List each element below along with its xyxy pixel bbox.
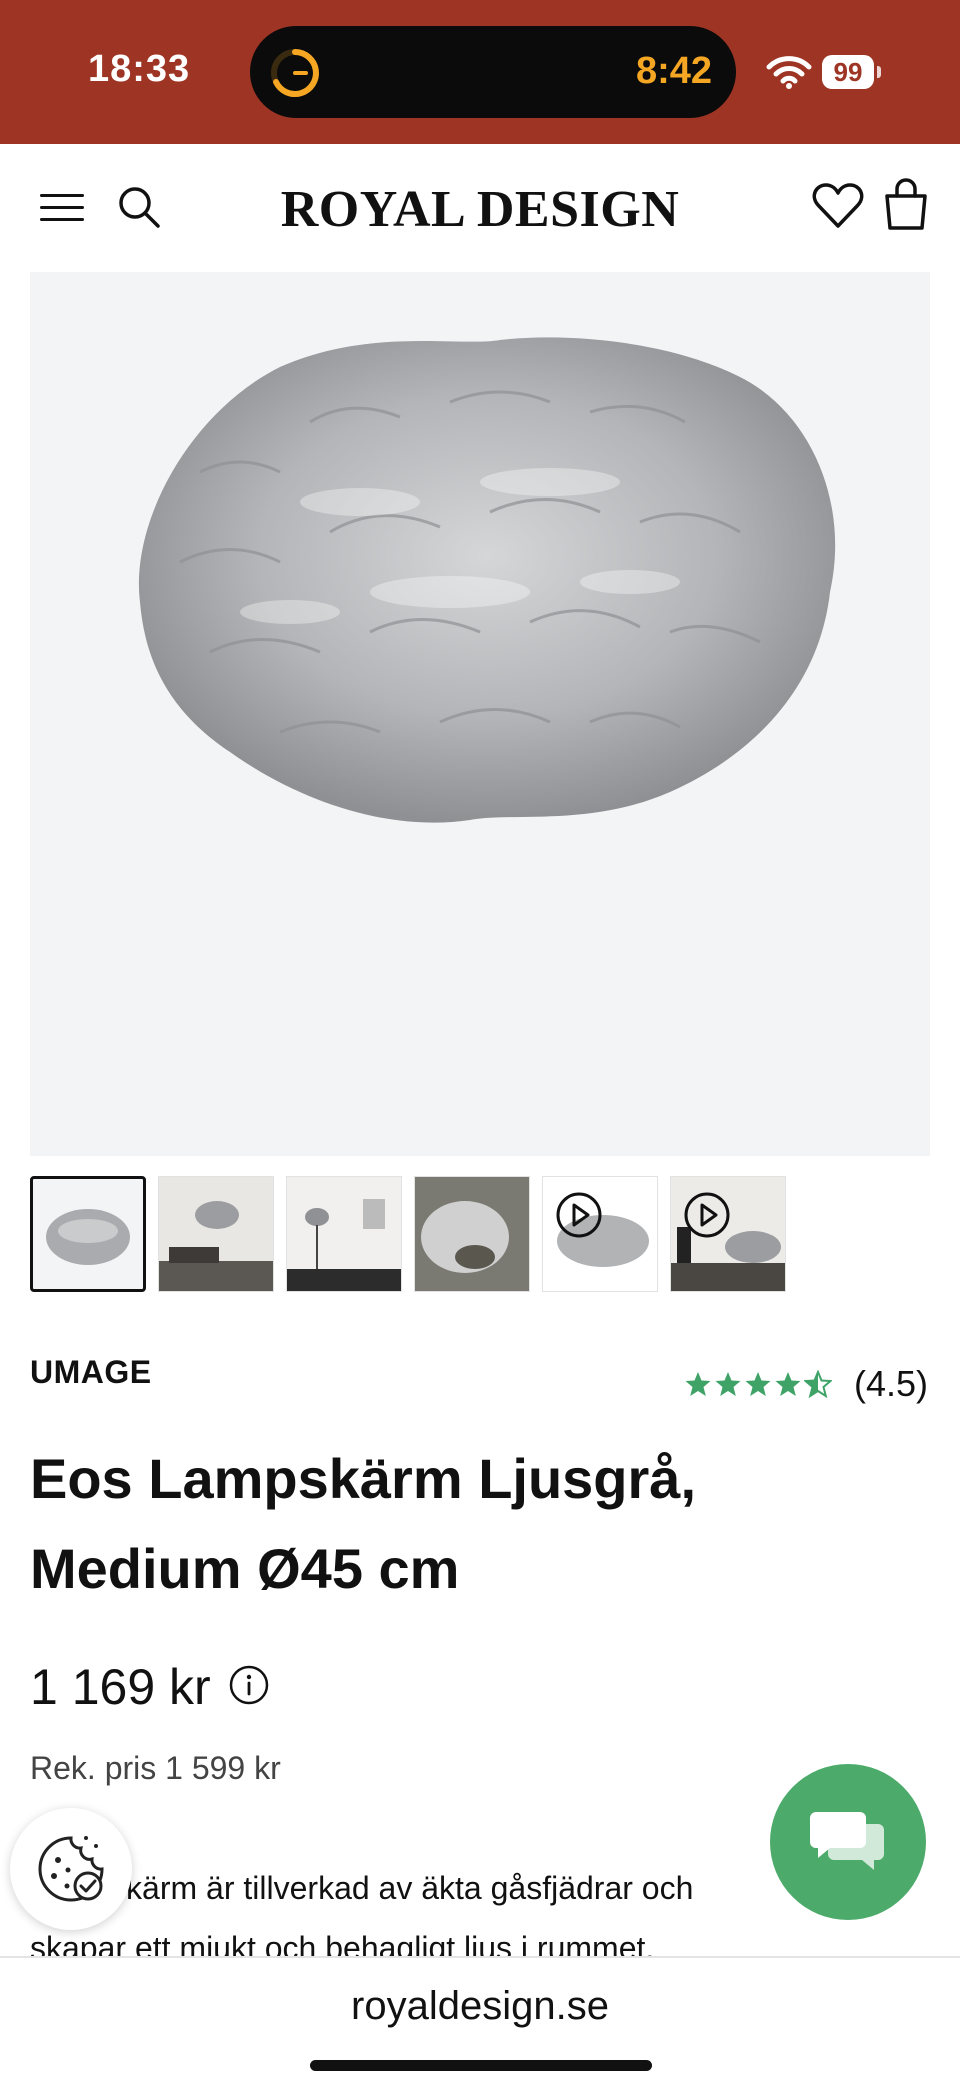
recommended-price: Rek. pris 1 599 kr bbox=[30, 1750, 281, 1786]
timer-ring-icon bbox=[271, 49, 319, 97]
star-icon bbox=[775, 1372, 801, 1396]
thumbnail-3[interactable] bbox=[286, 1176, 402, 1292]
dynamic-island[interactable]: 8:42 bbox=[250, 26, 736, 118]
feather-lampshade-image bbox=[138, 337, 836, 823]
site-header: ROYAL DESIGN bbox=[0, 144, 960, 270]
status-time: 18:33 bbox=[88, 48, 191, 90]
product-title: Eos Lampskärm Ljusgrå, Medium Ø45 cm bbox=[30, 1434, 890, 1614]
shopping-bag-icon[interactable] bbox=[882, 176, 930, 232]
product-title-line-1: Eos Lampskärm Ljusgrå, bbox=[30, 1447, 697, 1510]
thumbnail-strip bbox=[30, 1176, 930, 1292]
battery-level: 99 bbox=[822, 55, 874, 89]
home-indicator[interactable] bbox=[310, 2060, 652, 2071]
play-icon bbox=[556, 1192, 602, 1238]
status-bar: 18:33 8:42 99 bbox=[0, 0, 960, 144]
cookie-icon bbox=[38, 1836, 104, 1902]
chat-button[interactable] bbox=[770, 1764, 926, 1920]
url-text[interactable]: royaldesign.se bbox=[0, 1984, 960, 2029]
thumbnail-video-1[interactable] bbox=[542, 1176, 658, 1292]
rating-stars bbox=[684, 1370, 832, 1398]
description-line-2: skapar ett mjukt och behagligt ljus i ru… bbox=[30, 1930, 655, 1960]
island-timer: 8:42 bbox=[635, 50, 712, 92]
thumbnail-1[interactable] bbox=[30, 1176, 146, 1292]
chat-bubbles-icon bbox=[810, 1812, 884, 1870]
cookie-settings-button[interactable] bbox=[10, 1808, 132, 1930]
play-icon bbox=[684, 1192, 730, 1238]
thumbnail-2[interactable] bbox=[158, 1176, 274, 1292]
thumbnail-video-2[interactable] bbox=[670, 1176, 786, 1292]
star-icon bbox=[715, 1372, 741, 1396]
info-icon[interactable] bbox=[228, 1664, 270, 1706]
rating-value: (4.5) bbox=[854, 1363, 929, 1404]
product-image[interactable] bbox=[30, 272, 930, 1156]
battery-nub bbox=[877, 66, 881, 78]
product-rating[interactable]: (4.5) bbox=[684, 1362, 928, 1406]
product-brand[interactable]: UMAGE bbox=[30, 1354, 152, 1391]
product-title-line-2: Medium Ø45 cm bbox=[30, 1537, 460, 1600]
star-icon bbox=[745, 1372, 771, 1396]
wifi-icon bbox=[766, 56, 812, 89]
heart-icon[interactable] bbox=[812, 182, 864, 230]
half-star-icon bbox=[804, 1370, 832, 1398]
product-price: 1 169 kr bbox=[30, 1659, 211, 1715]
star-icon bbox=[685, 1372, 711, 1396]
thumbnail-4[interactable] bbox=[414, 1176, 530, 1292]
browser-url-bar[interactable]: royaldesign.se bbox=[0, 1956, 960, 2081]
